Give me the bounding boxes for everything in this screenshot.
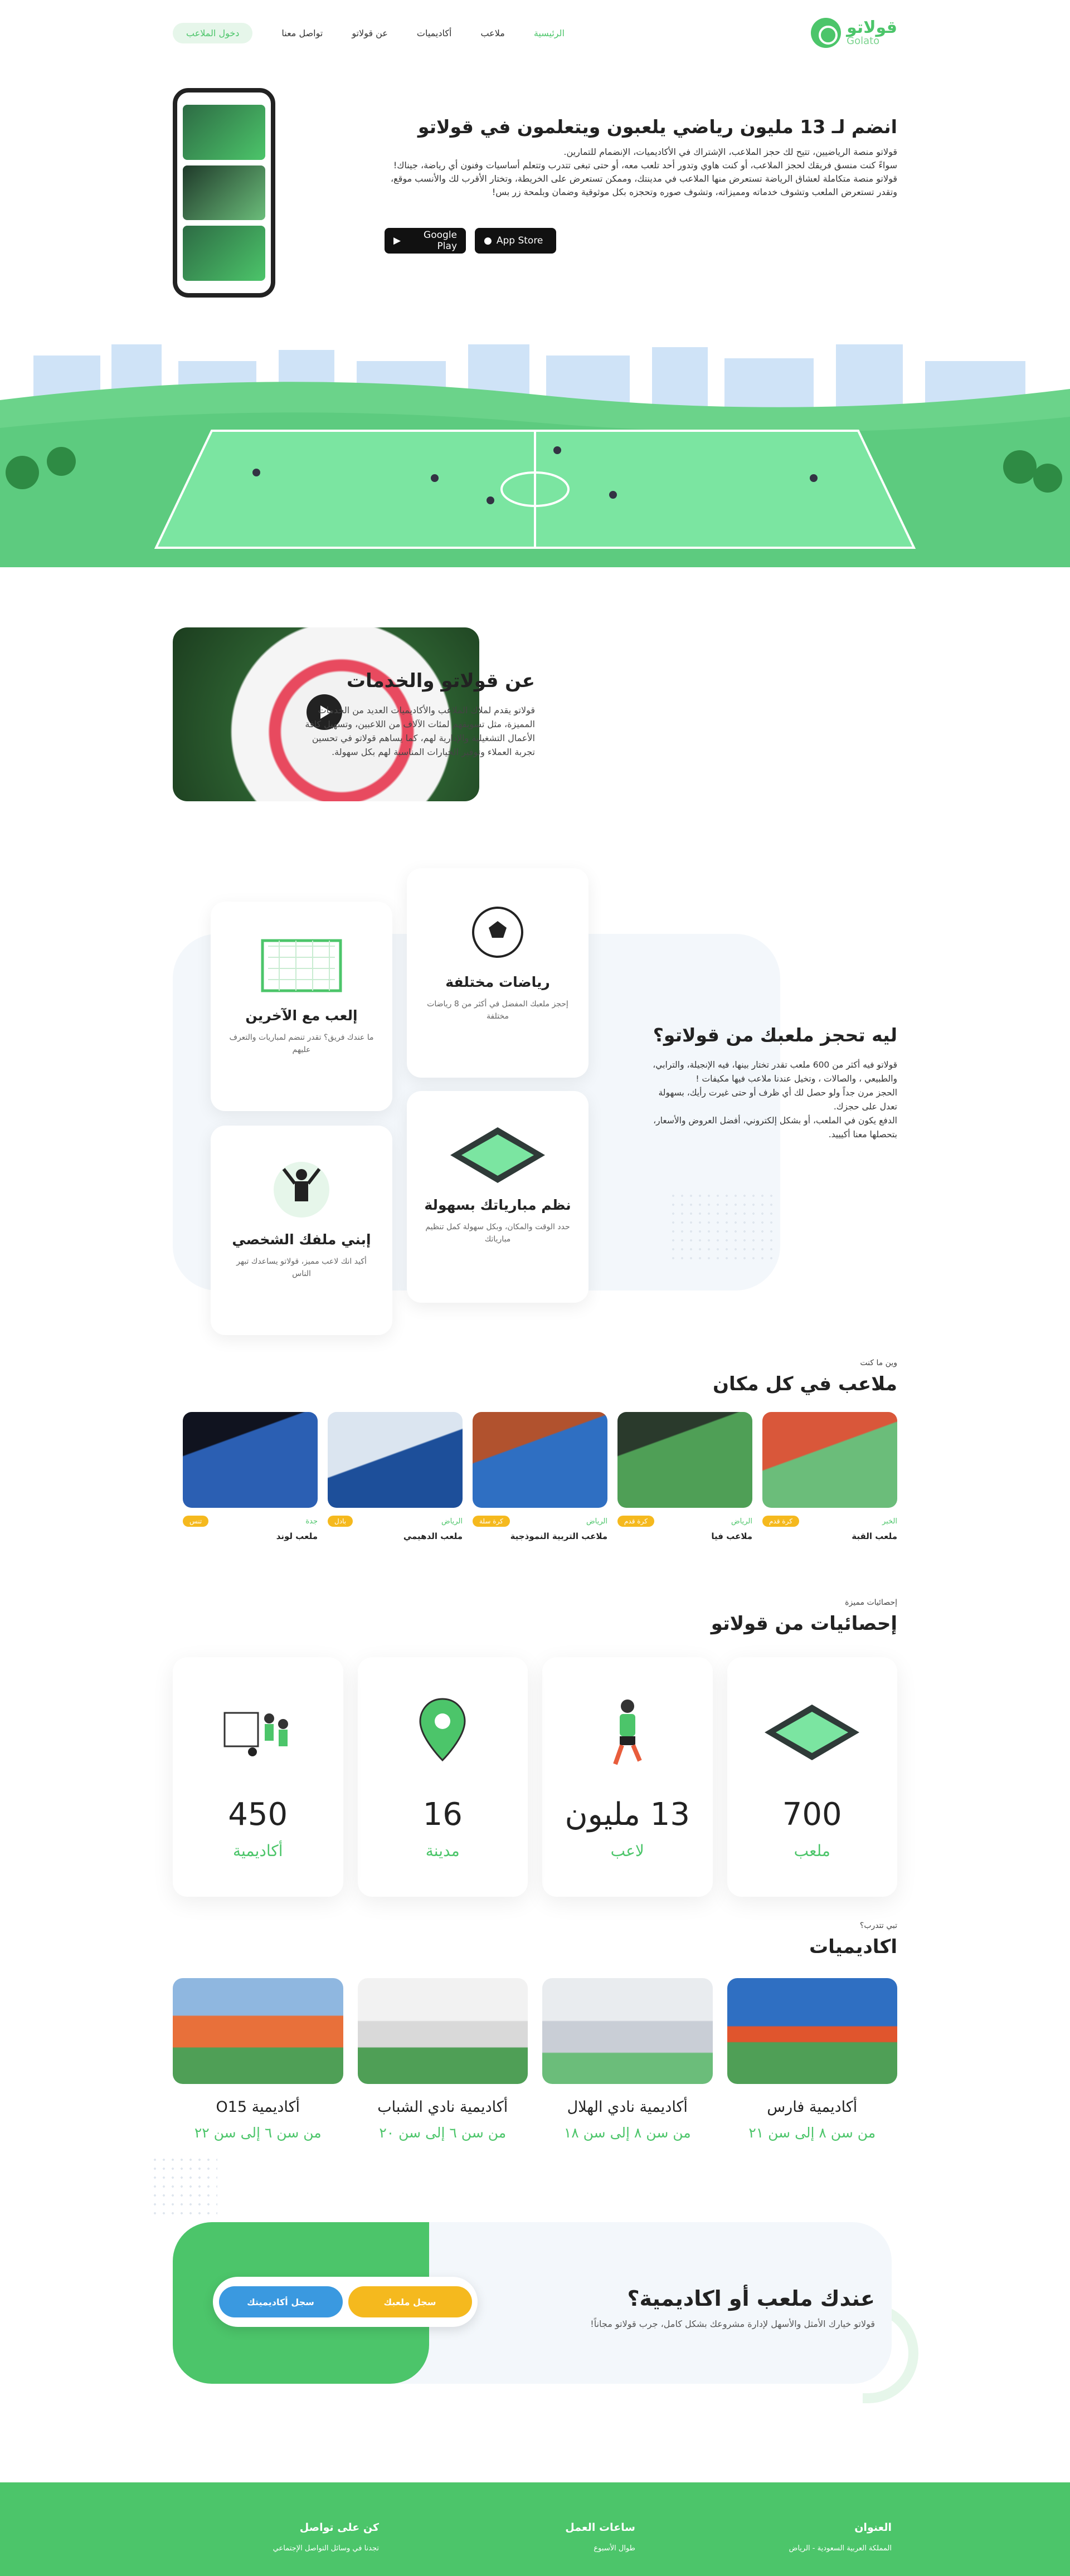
google-play-button[interactable]: ▶ Google Play — [385, 228, 466, 254]
stats-subtitle: إحصائيات مميزة — [845, 1598, 897, 1607]
soccer-ball-icon — [424, 902, 572, 963]
academy-image — [542, 1978, 713, 2084]
footer-address: العنوان المملكة العربية السعودية - الريا… — [789, 2521, 892, 2553]
about-title: عن قولاتو والخدمات — [346, 670, 535, 692]
hero-paragraph-1: قولاتو منصة الرياضيين، تتيح لك حجز الملا… — [563, 147, 897, 157]
player-icon — [542, 1691, 713, 1774]
pitch-card[interactable]: الرياض كرة قدم ملاعب فيا — [617, 1412, 752, 1541]
apple-icon: ● — [484, 235, 492, 246]
hero-paragraph-2: سواءً كنت منسق فريقك لحجز الملاعب، أو كن… — [393, 160, 897, 171]
location-pin-icon — [358, 1691, 528, 1774]
stats-title: إحصائيات من قولاتو — [711, 1613, 897, 1635]
pitch-image — [762, 1412, 897, 1508]
phone-mockup — [173, 88, 275, 298]
academy-card[interactable]: أكاديمية نادي الهلال من سن ٨ إلى سن ١٨ — [542, 1978, 713, 2141]
pitch-image — [473, 1412, 607, 1508]
pitch-image — [328, 1412, 463, 1508]
feature-card: إلعب مع الآخرين ما عندك فريق؟ تقدر تنضم … — [211, 902, 392, 1111]
pitches-subtitle: وين ما كنت — [860, 1358, 897, 1367]
store-badges: ▶ Google Play ● App Store — [385, 228, 897, 254]
stat-card: 13 مليون لاعب — [542, 1657, 713, 1897]
why-paragraph-3: الدفع يكون في الملعب، أو بشكل إلكتروني، … — [653, 1116, 897, 1140]
cta-title: عندك ملعب أو اكاديمية؟ — [627, 2286, 875, 2311]
academy-list: أكاديمية فارس من سن ٨ إلى سن ٢١ أكاديمية… — [173, 1978, 897, 2141]
app-screen-card — [183, 105, 265, 160]
nav-pitches[interactable]: ملاعب — [480, 28, 504, 38]
academy-card[interactable]: أكاديمية O15 من سن ٦ إلى سن ٢٢ — [173, 1978, 343, 2141]
pitch-icon — [424, 1124, 572, 1186]
academy-icon — [173, 1691, 343, 1774]
hero-paragraph-3: قولاتو منصة متكاملة لعشاق الرياضة تستعرض… — [391, 173, 897, 197]
hero-title: انضم لـ 13 مليون رياضي يلعبون ويتعلمون ف… — [417, 116, 897, 138]
academy-card[interactable]: أكاديمية فارس من سن ٨ إلى سن ٢١ — [727, 1978, 897, 2141]
why-title: ليه تحجز ملعبك من قولاتو؟ — [653, 1024, 897, 1046]
nav-contact[interactable]: تواصل معنا — [281, 28, 323, 38]
play-store-icon: ▶ — [393, 235, 401, 246]
player-celebrating-icon — [227, 1159, 376, 1220]
logo-text-ar: قولاتو — [847, 18, 897, 37]
stat-card: 450 أكاديمية — [173, 1657, 343, 1897]
dots-pattern — [669, 1191, 775, 1264]
feature-card: نظم مبارياتك بسهولة حدد الوقت والمكان، و… — [407, 1091, 588, 1303]
pitch-card[interactable]: الخبر كرة قدم ملعب القبة — [762, 1412, 897, 1541]
app-screen-card — [183, 226, 265, 281]
nav-about[interactable]: عن قولاتو — [352, 28, 388, 38]
cta-button-group: سجل أكاديميتك سجل ملعبك — [213, 2277, 478, 2327]
top-nav: قولاتو Golato الرئيسية ملاعب أكاديميات ع… — [0, 0, 1070, 66]
pitch-list: الخبر كرة قدم ملعب القبة الرياض كرة قدم مل… — [173, 1412, 897, 1541]
nav-academies[interactable]: أكاديميات — [417, 28, 452, 38]
why-paragraph-1: قولاتو فيه أكثر من 600 ملعب تقدر تختار ب… — [653, 1060, 897, 1084]
cta-text: قولاتو خيارك الأمثل والأسهل لإدارة مشروع… — [590, 2319, 875, 2329]
stat-card: 16 مدينة — [357, 1657, 528, 1897]
ball-logo-icon — [811, 18, 842, 48]
main-menu: الرئيسية ملاعب أكاديميات عن قولاتو تواصل… — [173, 22, 565, 43]
login-button[interactable]: دخول الملاعب — [173, 22, 253, 43]
dots-pattern — [150, 2155, 217, 2217]
about-section: عن قولاتو والخدمات قولاتو يقدم لملاك الم… — [0, 567, 1070, 863]
stats-section: إحصائيات مميزة إحصائيات من قولاتو 700 مل… — [173, 1598, 897, 1921]
register-pitch-button[interactable]: سجل ملعبك — [348, 2286, 472, 2317]
cta-section: سجل أكاديميتك سجل ملعبك عندك ملعب أو اكا… — [0, 2211, 1070, 2467]
app-store-button[interactable]: ● App Store — [475, 228, 556, 254]
nav-home[interactable]: الرئيسية — [534, 28, 565, 38]
academies-subtitle: تبي تتدرب؟ — [859, 1921, 897, 1930]
pitch-image — [617, 1412, 752, 1508]
about-text: قولاتو يقدم لملاك الملاعب والأكاديميات ا… — [305, 705, 535, 757]
academy-image — [357, 1978, 528, 2084]
why-section: ليه تحجز ملعبك من قولاتو؟ قولاتو فيه أكث… — [0, 863, 1070, 1358]
logo[interactable]: قولاتو Golato — [811, 18, 897, 48]
pitch-icon — [727, 1691, 898, 1774]
feature-card: رياضات مختلفة إحجز ملعبك المفضل في أكثر … — [407, 868, 588, 1078]
hero-section: انضم لـ 13 مليون رياضي يلعبون ويتعلمون ف… — [0, 66, 1070, 333]
football-field-illustration — [0, 333, 1070, 567]
pitch-image — [183, 1412, 318, 1508]
stat-card: 700 ملعب — [727, 1657, 898, 1897]
stats-list: 700 ملعب 13 مليون لاعب 16 مدينة 450 أكاد… — [173, 1657, 897, 1897]
pitches-title: ملاعب في كل مكان — [713, 1373, 897, 1395]
footer-hours: ساعات العمل طوال الأسبوع — [565, 2521, 635, 2553]
logo-text-en: Golato — [847, 35, 880, 47]
register-academy-button[interactable]: سجل أكاديميتك — [218, 2286, 343, 2317]
academy-image — [727, 1978, 897, 2084]
footer: العنوان المملكة العربية السعودية - الريا… — [0, 2482, 1070, 2576]
feature-card: إبني ملفك الشخصي أكيد انك لاعب مميز، قول… — [211, 1126, 392, 1335]
pitch-card[interactable]: الرياض بادل ملعب الدهيمي — [328, 1412, 463, 1541]
academies-section: تبي تتدرب؟ اكاديميات أكاديمية فارس من سن… — [150, 1921, 897, 2217]
academy-card[interactable]: أكاديمية نادي الشباب من سن ٦ إلى سن ٢٠ — [357, 1978, 528, 2141]
academies-title: اكاديميات — [809, 1936, 897, 1958]
app-screen-card — [183, 165, 265, 221]
pitches-section: وين ما كنت ملاعب في كل مكان الخبر كرة قدم… — [173, 1358, 897, 1598]
why-paragraph-2: الحجز مرن جداً ولو حصل لك أي ظرف أو حتى … — [658, 1088, 897, 1112]
goal-net-icon — [227, 935, 376, 996]
pitch-card[interactable]: الرياض كرة سلة ملاعب التربية النموذجية — [473, 1412, 607, 1541]
academy-image — [173, 1978, 343, 2084]
pitch-card[interactable]: جدة تنس ملعب لوند — [183, 1412, 318, 1541]
footer-contact: كن على تواصل تجدنا في وسائل التواصل الإج… — [273, 2521, 379, 2553]
